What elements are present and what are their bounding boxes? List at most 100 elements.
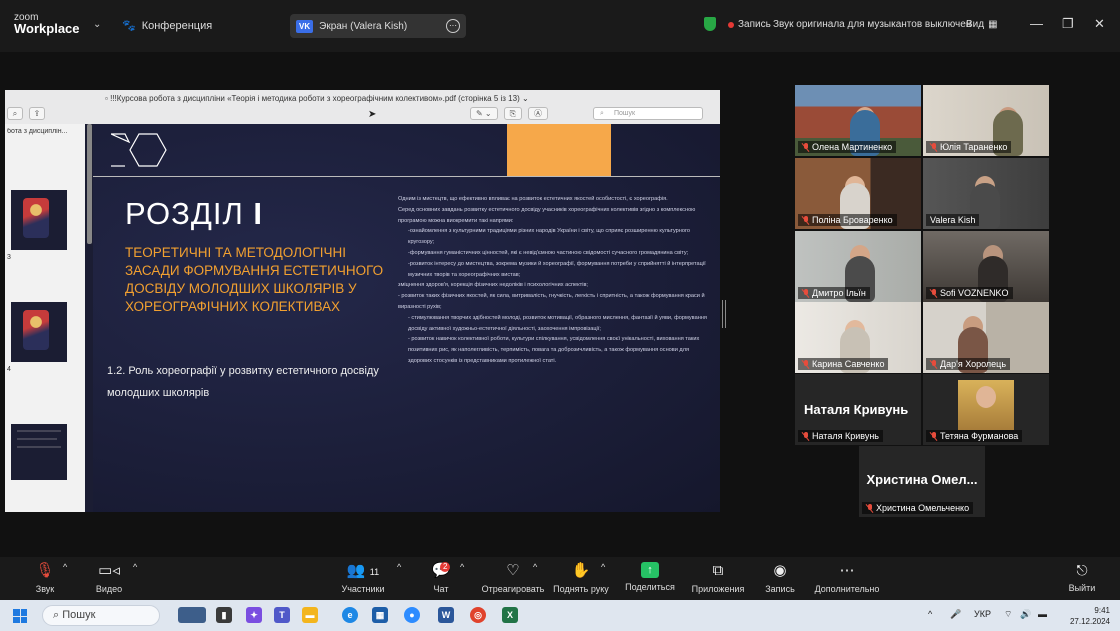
task-view-icon[interactable]: ▮	[216, 607, 232, 623]
recording-indicator[interactable]: Запись	[728, 19, 771, 30]
pdf-search-placeholder: Пошук	[614, 110, 636, 117]
screen-share-indicator[interactable]: VK Экран (Valera Kish) ···	[290, 14, 466, 38]
more-icon[interactable]: ···	[446, 19, 460, 33]
record-dot-icon	[728, 21, 734, 28]
widgets-icon[interactable]	[178, 607, 206, 623]
mic-muted-icon	[930, 288, 937, 298]
mic-muted-icon	[802, 359, 809, 369]
language-indicator[interactable]: УКР	[974, 609, 991, 619]
page-heading-numeral: І	[253, 196, 264, 231]
record-button[interactable]: ◉ Запись	[762, 562, 798, 594]
page-thumbnail[interactable]	[11, 424, 67, 480]
participant-name-text: Поліна Броваренко	[812, 215, 893, 225]
video-options-chevron-icon[interactable]: ^	[133, 562, 137, 572]
raise-hand-label: Поднять руку	[553, 584, 609, 594]
participant-name: Дмитро Ільїн	[798, 287, 870, 299]
participant-tile[interactable]: Тетяна Фурманова	[923, 374, 1049, 445]
page-thumbnail[interactable]	[11, 302, 67, 362]
taskbar-search-input[interactable]: ⌕ Пошук	[42, 605, 160, 626]
participants-count: 11	[369, 567, 380, 577]
video-button[interactable]: ▭◃ Видео	[92, 562, 126, 594]
restore-icon[interactable]: ❐	[1062, 16, 1074, 32]
paragraph: - стимулювання творчих здібностей молоді…	[408, 314, 707, 332]
chevron-up-icon[interactable]: ^	[928, 609, 932, 619]
excel-icon[interactable]: X	[502, 607, 518, 623]
volume-icon[interactable]: 🔊	[1020, 609, 1031, 620]
resize-handle[interactable]	[722, 300, 726, 328]
windows-start-icon[interactable]	[13, 609, 27, 623]
search-icon: ⌕	[53, 609, 63, 621]
apps-icon: ⧉	[712, 562, 724, 579]
participant-tile[interactable]: Поліна Броваренко	[795, 158, 921, 229]
raise-hand-options-chevron-icon[interactable]: ^	[601, 562, 605, 572]
pdf-page: РОЗДІЛ І ТЕОРЕТИЧНІ ТА МЕТОДОЛОГІЧНІ ЗАС…	[93, 124, 720, 512]
participant-tile[interactable]: Карина Савченко	[795, 302, 921, 373]
participant-name-text: Valera Kish	[930, 215, 976, 225]
participant-tile[interactable]: Дмитро Ільїн	[795, 231, 921, 302]
teams-icon[interactable]: T	[274, 607, 290, 623]
chevron-down-icon[interactable]: ⌄	[93, 19, 101, 30]
paragraph: -формування гуманістичних цінностей, які…	[408, 249, 689, 256]
share-icon[interactable]: ⇪	[29, 107, 45, 120]
word-icon[interactable]: W	[438, 607, 454, 623]
react-button[interactable]: ♡ Отреагировать	[478, 562, 548, 594]
original-sound-status[interactable]: Звук оригинала для музыкантов выключен	[773, 19, 971, 30]
leave-button[interactable]: ⎋ Выйти	[1066, 562, 1098, 593]
audio-options-chevron-icon[interactable]: ^	[63, 562, 67, 572]
mic-muted-icon	[802, 215, 809, 225]
page-thumbnail[interactable]	[11, 190, 67, 250]
participant-name: Юлія Тараненко	[926, 141, 1012, 153]
mic-muted-icon	[802, 288, 809, 298]
record-icon: ◉	[773, 562, 787, 579]
pdf-search-input[interactable]: ⌕ Пошук	[593, 107, 703, 120]
audio-button[interactable]: 🎙 Звук	[30, 562, 60, 594]
sidebar-scrollbar[interactable]	[87, 124, 92, 244]
participants-button[interactable]: 👥 11 Участники	[335, 562, 391, 594]
zoom-icon[interactable]: ⌕	[7, 107, 23, 120]
file-explorer-icon[interactable]: ▬	[302, 607, 318, 623]
chat-options-chevron-icon[interactable]: ^	[460, 562, 464, 572]
more-button[interactable]: ⋯ Дополнительно	[812, 562, 882, 594]
participant-tile[interactable]: Дар'я Хоролець	[923, 302, 1049, 373]
apps-button[interactable]: ⧉ Приложения	[688, 562, 748, 594]
participant-tile[interactable]: Sofi VOZNENKO	[923, 231, 1049, 302]
markup-icon[interactable]: ✎ ⌄	[470, 107, 498, 120]
share-label: Поделиться	[625, 582, 675, 592]
apps-label: Приложения	[691, 584, 745, 594]
wifi-icon[interactable]: ⌔	[1004, 609, 1012, 620]
participant-tile-no-video[interactable]: Наталя Кривунь Наталя Кривунь	[795, 374, 921, 445]
participant-tile-no-video[interactable]: Христина Омел... Христина Омельченко	[859, 446, 985, 517]
battery-icon[interactable]: ▬	[1038, 609, 1047, 619]
page-heading: РОЗДІЛ І	[125, 196, 263, 232]
sidebar-label: бота з дисциплін...	[7, 128, 68, 135]
chrome-icon[interactable]: ◎	[470, 607, 486, 623]
mic-muted-icon	[930, 359, 937, 369]
minimize-icon[interactable]: —	[1030, 16, 1043, 31]
participant-tile[interactable]: Олена Мартиненко	[795, 85, 921, 156]
store-icon[interactable]: ▦	[372, 607, 388, 623]
view-button[interactable]: Вид ▦	[966, 19, 998, 30]
conference-button[interactable]: 🐾 Конференция	[122, 19, 212, 33]
edge-icon[interactable]: e	[342, 607, 358, 623]
zoom-logo: zoom Workplace	[14, 12, 80, 35]
participant-tile[interactable]: Юлія Тараненко	[923, 85, 1049, 156]
copilot-icon[interactable]: ✦	[246, 607, 262, 623]
system-clock[interactable]: 9:41 27.12.2024	[1060, 605, 1110, 627]
grid-icon: ▦	[988, 19, 998, 30]
pdf-title: ▫ !!!Курсова робота з дисципліни «Теорія…	[105, 94, 529, 103]
participant-name: Sofi VOZNENKO	[926, 287, 1013, 299]
paragraph: Одним із мистецтв, що ефективно впливає …	[398, 196, 668, 202]
participant-name-text: Наталя Кривунь	[812, 431, 879, 441]
security-shield-icon[interactable]	[704, 17, 716, 31]
zoom-app-icon[interactable]: ●	[404, 607, 420, 623]
share-screen-button[interactable]: ↑ Поделиться	[622, 562, 678, 592]
participant-tile-active-speaker[interactable]: Valera Kish	[923, 158, 1049, 229]
close-icon[interactable]: ✕	[1094, 16, 1105, 32]
mic-icon[interactable]: 🎤	[950, 609, 961, 620]
annotate-icon[interactable]: Ⓐ	[528, 107, 549, 120]
page-icon[interactable]: ⎘	[503, 107, 523, 120]
chat-button[interactable]: 💬 2 Чат	[428, 562, 454, 594]
participants-label: Участники	[341, 584, 385, 594]
react-options-chevron-icon[interactable]: ^	[533, 562, 537, 572]
participants-options-chevron-icon[interactable]: ^	[397, 562, 401, 572]
